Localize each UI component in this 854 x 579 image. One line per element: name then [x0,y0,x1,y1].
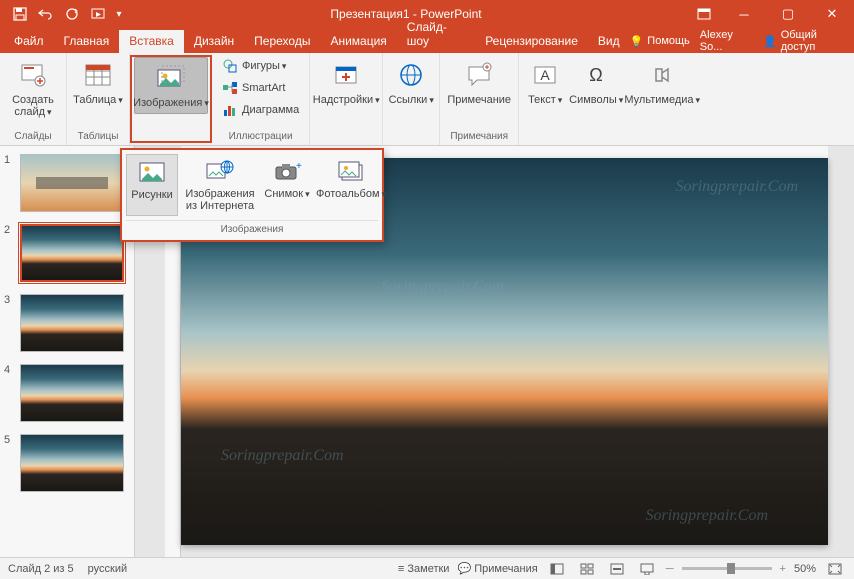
language-indicator[interactable]: русский [88,563,127,575]
tab-review[interactable]: Рецензирование [475,30,588,53]
group-label-comments: Примечания [450,129,508,145]
slide-counter[interactable]: Слайд 2 из 5 [8,563,74,575]
slideshow-view-button[interactable] [636,560,658,578]
undo-button[interactable] [34,2,58,26]
pictures-button[interactable]: Рисунки [126,154,178,216]
slide-sorter-button[interactable] [576,560,598,578]
slide-thumbnail-4[interactable]: 4 [4,364,130,422]
new-slide-button[interactable]: Создать слайд [4,55,62,122]
symbols-icon: Ω [580,59,612,91]
slide-thumbnail-1[interactable]: 1 [4,154,130,212]
online-pictures-button[interactable]: Изображения из Интернета [180,154,260,216]
reading-view-button[interactable] [606,560,628,578]
smartart-button[interactable]: SmartArt [216,77,305,99]
minimize-button[interactable]: ─ [722,0,766,28]
chart-icon [222,102,238,118]
normal-view-button[interactable] [546,560,568,578]
slide-thumbnail-2[interactable]: 2 [4,224,130,282]
quick-access-toolbar: ▾ [0,2,126,26]
screenshot-icon: + [271,158,303,186]
images-icon [155,62,187,94]
notes-button[interactable]: ≡ Заметки [398,563,450,575]
images-dropdown: Рисунки Изображения из Интернета + Снимо… [120,148,384,242]
svg-text:A: A [541,67,551,83]
help-button[interactable]: 💡Помощь [630,35,690,48]
tab-animations[interactable]: Анимация [320,30,396,53]
slide-thumbnail-5[interactable]: 5 [4,434,130,492]
photo-album-button[interactable]: Фотоальбом [314,154,388,216]
images-button[interactable]: Изображения [134,57,208,114]
group-addins: Надстройки [310,53,383,145]
group-comments: Примечание Примечания [440,53,519,145]
comments-button[interactable]: 💬 Примечания [457,562,537,575]
window-controls: ─ ▢ ✕ [722,0,854,28]
new-slide-icon [17,59,49,91]
comment-icon [463,59,495,91]
ribbon-display-options-button[interactable] [686,2,722,26]
textbox-icon: A [529,59,561,91]
picture-icon [136,159,168,187]
addins-icon [330,59,362,91]
redo-button[interactable] [60,2,84,26]
group-slides: Создать слайд Слайды [0,53,67,145]
share-button[interactable]: 👤Общий доступ [763,29,846,53]
tab-slideshow[interactable]: Слайд-шоу [397,16,475,53]
shapes-button[interactable]: Фигуры [216,55,305,77]
group-illustrations: Фигуры SmartArt Диаграмма Иллюстрации [212,53,310,145]
group-label-tables: Таблицы [78,129,119,145]
close-button[interactable]: ✕ [810,0,854,28]
addins-button[interactable]: Надстройки [314,55,378,110]
tab-insert[interactable]: Вставка [119,30,184,53]
tab-view[interactable]: Вид [588,30,630,53]
group-images-highlight: Изображения [130,55,212,143]
slide-panel[interactable]: 1 2 3 4 5 [0,146,135,557]
svg-text:+: + [296,161,302,172]
comment-button[interactable]: Примечание [444,55,514,110]
group-label-slides: Слайды [14,129,51,145]
links-button[interactable]: Ссылки [387,55,435,110]
group-label-illustrations: Иллюстрации [229,129,293,145]
text-button[interactable]: A Текст [523,55,567,110]
media-button[interactable]: Мультимедиа [625,55,699,110]
start-from-beginning-button[interactable] [86,2,110,26]
maximize-button[interactable]: ▢ [766,0,810,28]
zoom-level[interactable]: 50% [794,563,816,575]
svg-text:Ω: Ω [589,65,602,85]
chart-button[interactable]: Диаграмма [216,99,305,121]
photo-album-icon [335,158,367,186]
tab-transitions[interactable]: Переходы [244,30,320,53]
tab-home[interactable]: Главная [54,30,120,53]
media-icon [646,59,678,91]
tab-design[interactable]: Дизайн [184,30,244,53]
fit-to-window-button[interactable] [824,560,846,578]
group-text: A Текст Ω Символы Мультимедиа [519,53,703,145]
ribbon-tabs: Файл Главная Вставка Дизайн Переходы Ани… [0,28,854,53]
zoom-slider[interactable] [682,567,772,570]
statusbar: Слайд 2 из 5 русский ≡ Заметки 💬 Примеча… [0,557,854,579]
dropdown-footer: Изображения [126,220,378,240]
save-button[interactable] [8,2,32,26]
screenshot-button[interactable]: + Снимок [262,154,312,216]
smartart-icon [222,80,238,96]
lightbulb-icon: 💡 [630,35,644,48]
table-button[interactable]: Таблица [71,55,125,110]
table-icon [82,59,114,91]
online-pictures-icon [204,158,236,186]
group-tables: Таблица Таблицы [67,53,130,145]
group-links: Ссылки [383,53,440,145]
links-icon [395,59,427,91]
slide-thumbnail-3[interactable]: 3 [4,294,130,352]
tab-file[interactable]: Файл [4,30,54,53]
symbols-button[interactable]: Ω Символы [569,55,623,110]
ribbon: Создать слайд Слайды Таблица Таблицы Изо… [0,53,854,146]
share-icon: 👤 [763,35,777,48]
user-account[interactable]: Alexey So... [700,29,753,53]
shapes-icon [222,58,238,74]
qat-customize-button[interactable]: ▾ [112,2,126,26]
